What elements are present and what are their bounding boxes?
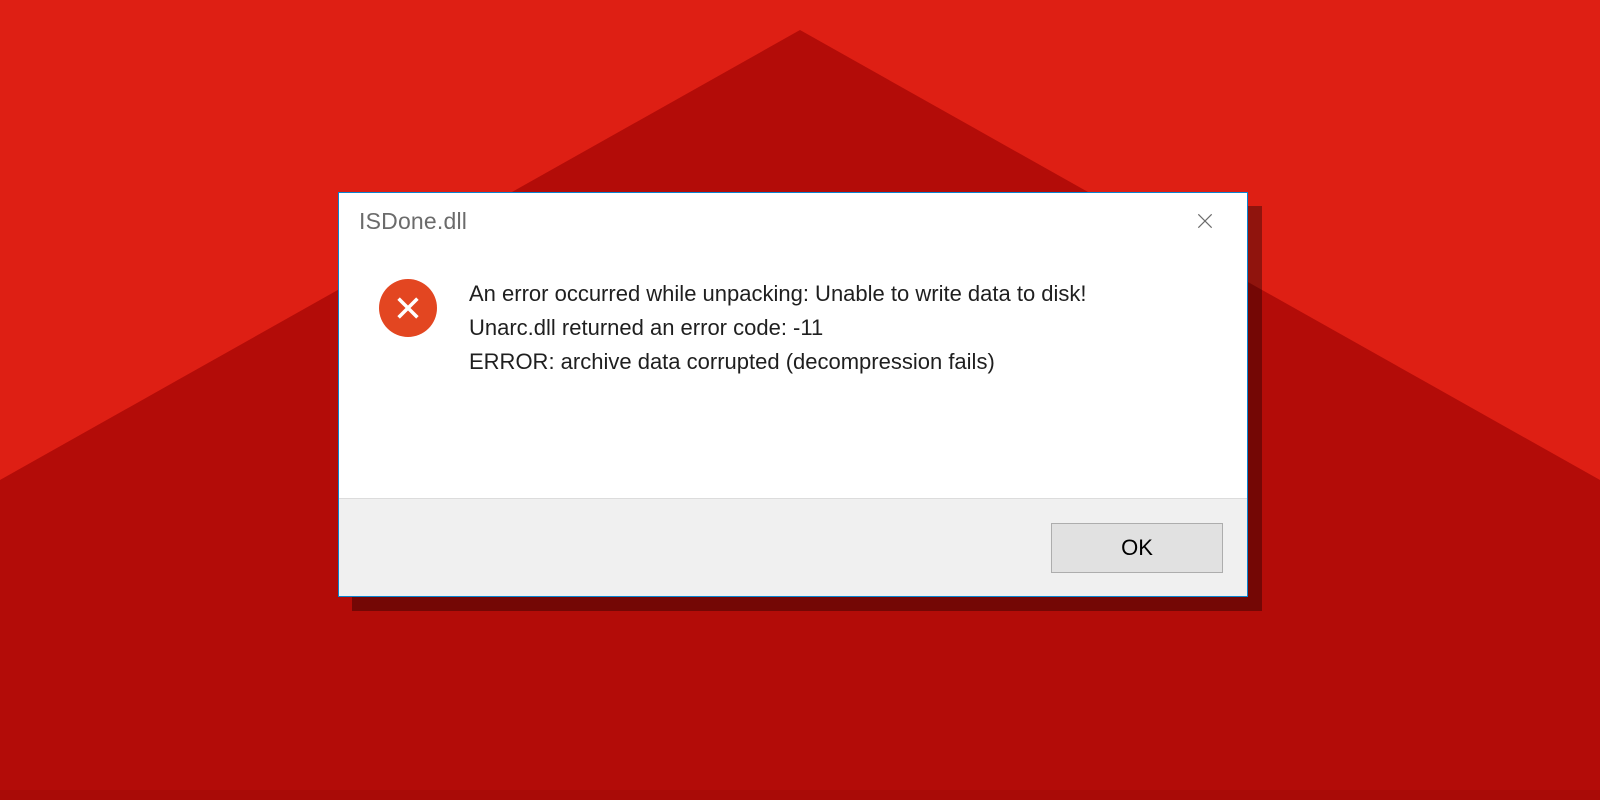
close-icon [1195,211,1215,231]
error-dialog: ISDone.dll An error occurred while unpac… [338,192,1248,597]
dialog-content: An error occurred while unpacking: Unabl… [339,249,1247,498]
dialog-footer: OK [339,498,1247,596]
dialog-message: An error occurred while unpacking: Unabl… [469,277,1207,498]
close-button[interactable] [1177,201,1233,241]
dialog-titlebar: ISDone.dll [339,193,1247,249]
dialog-title: ISDone.dll [359,208,467,235]
message-line-2: Unarc.dll returned an error code: -11 [469,311,1207,345]
message-line-1: An error occurred while unpacking: Unabl… [469,277,1207,311]
error-icon-container [379,277,469,498]
error-icon [379,279,437,337]
message-line-3: ERROR: archive data corrupted (decompres… [469,345,1207,379]
ok-button[interactable]: OK [1051,523,1223,573]
ok-button-label: OK [1121,535,1153,561]
